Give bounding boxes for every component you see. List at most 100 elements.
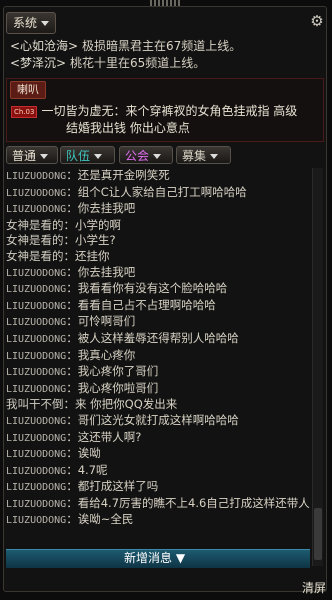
chat-message-text: 还是真开金咧笑死 [77, 168, 170, 182]
chat-message: LIUZUODONG：诶呦 [6, 446, 310, 463]
chat-message-separator: ： [66, 297, 78, 312]
chevron-down-icon [210, 154, 219, 159]
tab-putong-label: 普通 [12, 149, 37, 163]
chat-message-sender[interactable]: LIUZUODONG [6, 367, 66, 378]
chat-message-sender[interactable]: LIUZUODONG [6, 384, 66, 395]
chat-message-separator: ： [66, 168, 78, 182]
chat-message-text: 你去挂我吧 [77, 264, 136, 279]
chat-message-sender[interactable]: LIUZUODONG [6, 416, 66, 427]
chat-message-text: 还挂你 [75, 248, 110, 263]
chat-message-sender[interactable]: LIUZUODONG [6, 482, 66, 493]
chat-message-sender[interactable]: LIUZUODONG [6, 351, 66, 362]
system-tab[interactable]: 系统 [6, 12, 57, 34]
chat-message-separator: ： [66, 347, 78, 362]
system-message: <梦泽沉> 桃花十里在65频道上线。 [10, 55, 320, 72]
chat-message-separator: ： [63, 248, 76, 263]
tab-duiwu[interactable]: 队伍 [60, 146, 115, 164]
clear-screen-button[interactable]: 清屏 [302, 579, 326, 596]
chat-message: LIUZUODONG：都打成这样了吗 [6, 479, 310, 496]
channel-badge: Ch.03 [11, 105, 38, 118]
chat-message-separator: ： [66, 364, 78, 379]
chat-message-sender[interactable]: LIUZUODONG [6, 284, 66, 295]
chat-message: LIUZUODONG：这还带人啊? [6, 430, 310, 447]
gear-icon[interactable]: ⚙ [308, 12, 326, 30]
chat-message-sender[interactable]: LIUZUODONG [6, 188, 66, 199]
chat-message-separator: ： [66, 281, 78, 296]
chat-message-separator: ： [66, 184, 78, 199]
tab-duiwu-label: 队伍 [66, 149, 91, 163]
system-messages: <心如沧海> 极损暗黑君主在67频道上线。 <梦泽沉> 桃花十里在65频道上线。 [6, 36, 324, 74]
chat-message: 女神是看的：小学生? [6, 233, 310, 249]
chat-message-sender[interactable]: LIUZUODONG [6, 449, 66, 460]
chat-message: LIUZUODONG：你去挂我吧 [6, 201, 310, 218]
chat-message-text: 这还带人啊? [77, 429, 142, 444]
chat-message-separator: ： [63, 233, 76, 248]
horn-message-line1: 一切皆为虚无：来个穿裤衩的女角色挂戒指 高级 [41, 104, 298, 118]
system-message-user[interactable]: <心如沧海> [10, 39, 78, 53]
tab-mouji[interactable]: 募集 [176, 146, 231, 164]
arrow-down-icon: ▼ [175, 551, 186, 565]
chat-message-sender[interactable]: LIUZUODONG [6, 515, 66, 526]
chat-message-separator: ： [66, 412, 78, 427]
chat-message-sender[interactable]: LIUZUODONG [6, 171, 66, 182]
chat-message-sender[interactable]: LIUZUODONG [6, 268, 66, 279]
chat-message-text: 小学生? [75, 233, 116, 248]
chat-message: LIUZUODONG：我真心疼你 [6, 348, 310, 365]
horn-message: Ch.03 一切皆为虚无：来个穿裤衩的女角色挂戒指 高级 结婚我出钱 你出心意点 [11, 103, 321, 137]
chat-message-sender[interactable]: LIUZUODONG [6, 204, 66, 215]
system-message: <心如沧海> 极损暗黑君主在67频道上线。 [10, 38, 320, 55]
chevron-down-icon [40, 154, 49, 159]
chat-message-sender[interactable]: 女神是看的 [6, 233, 64, 247]
chat-message-separator: ： [66, 512, 78, 527]
chat-message-separator: ： [66, 314, 78, 329]
chat-message: LIUZUODONG：看看自己占不占理啊哈哈哈 [6, 298, 310, 315]
chat-message: LIUZUODONG：我看看你有没有这个脸哈哈哈 [6, 281, 310, 298]
chat-message-separator: ： [66, 462, 78, 477]
tab-gonghui[interactable]: 公会 [119, 146, 173, 164]
system-message-text: 极损暗黑君主在67频道上线。 [81, 39, 242, 53]
chat-message-text: 我看看你有没有这个脸哈哈哈 [77, 281, 228, 296]
chat-message-text: 组个C让人家给自己打工啊哈哈哈 [77, 184, 247, 199]
chat-message: LIUZUODONG：还是真开金咧笑死 [6, 168, 310, 185]
chevron-down-icon [153, 154, 162, 159]
chat-message: LIUZUODONG：哥们这光女就打成这样啊哈哈哈 [6, 413, 310, 430]
chat-scrollbar[interactable] [312, 168, 323, 566]
chat-message-sender[interactable]: 我叫干不倒 [6, 397, 64, 411]
chat-message: LIUZUODONG：我心疼你了哥们 [6, 364, 310, 381]
chat-message-sender[interactable]: LIUZUODONG [6, 433, 66, 444]
horn-tab[interactable]: 喇叭 [10, 81, 46, 99]
chat-message-text: 被人这样羞辱还得帮别人哈哈哈 [77, 330, 239, 345]
new-messages-button[interactable]: 新增消息 ▼ [124, 549, 185, 567]
chat-message: LIUZUODONG：诶呦~全民 [6, 512, 310, 529]
horn-section: 喇叭 Ch.03 一切皆为虚无：来个穿裤衩的女角色挂戒指 高级 结婚我出钱 你出心… [6, 78, 324, 142]
chat-message: LIUZUODONG：可怜啊哥们 [6, 314, 310, 331]
chevron-down-icon [41, 21, 50, 26]
chat-message-sender[interactable]: 女神是看的 [6, 249, 64, 263]
chat-log[interactable]: LIUZUODONG：还是真开金咧笑死 LIUZUODONG：组个C让人家给自己打… [6, 168, 310, 566]
scrollbar-thumb[interactable] [314, 508, 322, 560]
chat-message-sender[interactable]: LIUZUODONG [6, 334, 66, 345]
chat-message-separator: ： [66, 446, 78, 461]
chat-message-separator: ： [66, 264, 78, 279]
tab-putong[interactable]: 普通 [6, 146, 58, 164]
chat-message-text: 我真心疼你 [77, 347, 136, 362]
chat-message: LIUZUODONG：我心疼你啦哥们 [6, 381, 310, 398]
chat-message-text: 都打成这样了吗 [77, 479, 159, 494]
chat-message-sender[interactable]: LIUZUODONG [6, 301, 66, 312]
system-message-user[interactable]: <梦泽沉> [10, 56, 66, 70]
chat-message-sender[interactable]: LIUZUODONG [6, 499, 66, 510]
chat-message-text: 小学的啊 [75, 217, 121, 232]
chat-message-sender[interactable]: LIUZUODONG [6, 466, 66, 477]
chevron-down-icon [94, 154, 103, 159]
chat-message-separator: ： [66, 479, 78, 494]
chat-message: LIUZUODONG：组个C让人家给自己打工啊哈哈哈 [6, 185, 310, 202]
new-messages-label: 新增消息 [124, 551, 173, 565]
horn-message-line2: 结婚我出钱 你出心意点 [66, 121, 190, 135]
chat-message-sender[interactable]: LIUZUODONG [6, 317, 66, 328]
chat-message-sender[interactable]: 女神是看的 [6, 218, 64, 232]
system-tab-label: 系统 [13, 16, 38, 30]
chat-message-separator: ： [66, 330, 78, 345]
chat-message: LIUZUODONG：4.7呢 [6, 463, 310, 480]
chat-message-text: 来 你把你QQ发出来 [75, 397, 178, 412]
chat-message: LIUZUODONG：被人这样羞辱还得帮别人哈哈哈 [6, 331, 310, 348]
